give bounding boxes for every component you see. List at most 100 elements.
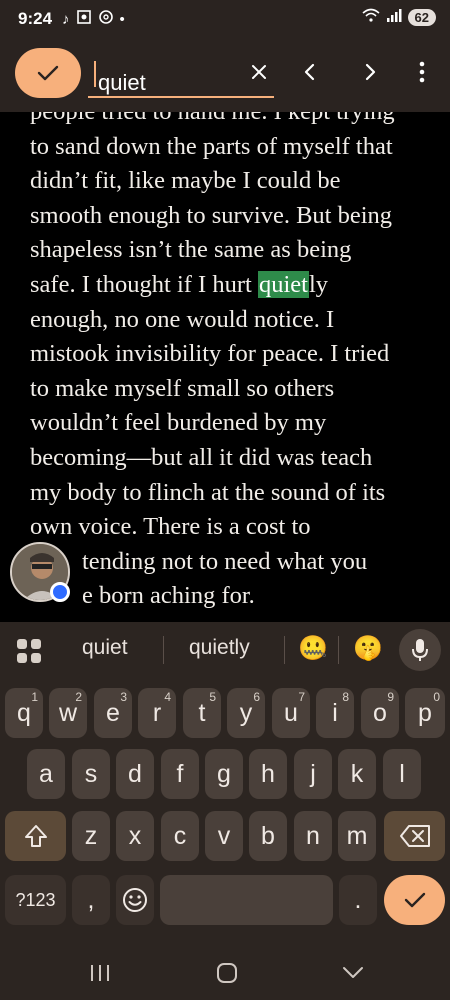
close-icon [252,65,266,79]
key-m[interactable]: m [338,811,376,861]
shift-icon [24,825,47,847]
key-y[interactable]: y6 [227,688,265,738]
period-key[interactable]: . [339,875,377,925]
key-l[interactable]: l [383,749,421,799]
keyboard: q1 w2 e3 r4 t5 y6 u7 i8 o9 p0 a s d f g … [0,678,450,948]
key-g[interactable]: g [205,749,243,799]
previous-match-button[interactable] [292,54,328,90]
key-o[interactable]: o9 [361,688,399,738]
find-toolbar: quiet [0,40,450,112]
reader-content[interactable]: people tried to hand me. I kept trying t… [0,112,450,622]
keyboard-suggestion-bar: quiet quietly 🤐 🤫 [0,622,450,678]
status-bar: 9:24 ♪ • 62 [0,0,450,40]
divider [163,636,164,664]
key-q[interactable]: q1 [5,688,43,738]
emoji-key[interactable] [116,875,154,925]
key-i[interactable]: i8 [316,688,354,738]
suggestion-2[interactable]: quietly [189,636,250,660]
tiktok-icon: ♪ [62,11,70,28]
key-f[interactable]: f [161,749,199,799]
back-chevron-icon [343,967,363,978]
check-icon [37,65,59,81]
find-query: quiet [98,70,146,95]
apps-grid-button[interactable] [16,638,42,669]
text-line: becoming—but all it did was teach [30,443,373,471]
key-h[interactable]: h [249,749,287,799]
key-x[interactable]: x [116,811,154,861]
voice-input-button[interactable] [399,629,441,671]
key-k[interactable]: k [338,749,376,799]
next-match-button[interactable] [352,54,388,90]
text-line: to make myself small so others [30,374,335,402]
key-z[interactable]: z [72,811,110,861]
emoji-suggestion-1[interactable]: 🤐 [298,634,328,663]
key-r[interactable]: r4 [138,688,176,738]
battery-level: 62 [407,9,436,26]
emoji-suggestion-2[interactable]: 🤫 [353,634,383,663]
key-e[interactable]: e3 [94,688,132,738]
key-c[interactable]: c [161,811,199,861]
text-line: wouldn’t feel burdened by my [30,409,327,437]
key-a[interactable]: a [27,749,65,799]
enter-key[interactable] [384,875,445,925]
back-button[interactable] [333,958,373,988]
emoji-icon [123,888,147,912]
suggestion-1[interactable]: quiet [82,636,128,660]
key-s[interactable]: s [72,749,110,799]
key-n[interactable]: n [294,811,332,861]
recents-icon [91,965,109,981]
text-line-with-match: safe. I thought if I hurt quietly [30,268,430,303]
divider [284,636,285,664]
wifi-icon [362,8,380,27]
avatar-status-badge [50,582,70,602]
chevron-left-icon [304,63,315,81]
text-caret [94,61,96,88]
more-vert-icon [419,61,425,83]
status-time: 9:24 [18,9,53,28]
home-button[interactable] [207,958,247,988]
backspace-key[interactable] [384,811,445,861]
key-u[interactable]: u7 [272,688,310,738]
space-key[interactable] [160,875,333,925]
key-j[interactable]: j [294,749,332,799]
recents-button[interactable] [80,958,120,988]
key-v[interactable]: v [205,811,243,861]
status-left-icons: ♪ • [62,9,125,31]
signal-icon [386,8,402,27]
key-p[interactable]: p0 [405,688,445,738]
comma-key[interactable]: , [72,875,110,925]
backspace-icon [399,825,430,847]
text-line: my body to flinch at the sound of its [30,478,386,506]
more-options-button[interactable] [404,54,440,90]
text-line: smooth enough to survive. But being [30,201,393,229]
chevron-right-icon [365,63,376,81]
text-line: e born aching for. [82,582,255,610]
text-line: people tried to hand me. I kept trying [30,112,430,130]
status-right: 62 [362,8,436,27]
navigation-bar [0,948,450,1000]
home-icon [217,963,237,983]
key-w[interactable]: w2 [49,688,87,738]
mic-icon [412,639,428,661]
check-icon [404,892,425,908]
shift-key[interactable] [5,811,66,861]
screen-record-icon [76,9,92,31]
text-line: mistook invisibility for peace. I tried [30,340,390,368]
dot-icon: • [119,11,125,28]
confirm-search-button[interactable] [15,48,81,98]
search-match-highlight: quiet [257,270,309,298]
key-t[interactable]: t5 [183,688,221,738]
text-line: didn’t fit, like maybe I could be [30,167,341,195]
match-suffix: ly [308,270,328,298]
key-b[interactable]: b [249,811,287,861]
text-line: shapeless isn’t the same as being [30,236,352,264]
divider [338,636,339,664]
text-line: enough, no one would notice. I [30,305,335,333]
clear-query-button[interactable] [241,54,277,90]
match-prefix: safe. I thought if I hurt [30,270,258,298]
key-d[interactable]: d [116,749,154,799]
symbols-key[interactable]: ?123 [5,875,66,925]
grid-icon [17,639,41,663]
text-line: to sand down the parts of myself that [30,132,393,160]
text-line: tending not to need what you [82,547,368,575]
